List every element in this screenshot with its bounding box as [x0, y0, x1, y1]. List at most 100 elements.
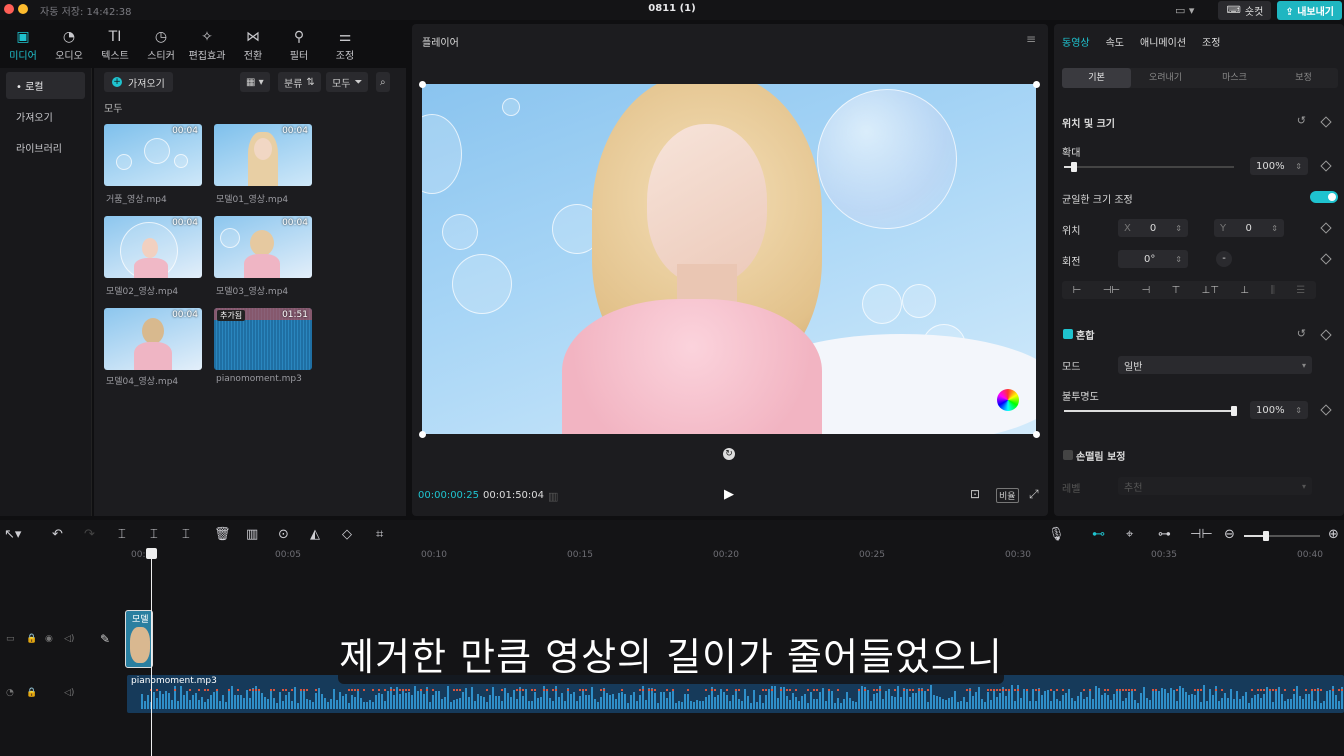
- media-thumb-model01[interactable]: 00:04: [214, 124, 312, 186]
- align-top-icon[interactable]: ⊤: [1172, 285, 1181, 296]
- opacity-knob[interactable]: [1231, 406, 1237, 416]
- tab-media[interactable]: ▣ 미디어: [0, 22, 46, 68]
- split-left-icon[interactable]: ⌶: [150, 526, 158, 544]
- layout-icon[interactable]: ▭ ▾: [1175, 4, 1194, 17]
- tab-animation[interactable]: 애니메이션: [1140, 34, 1186, 49]
- stepper-icon[interactable]: ⇕: [1175, 255, 1182, 264]
- media-thumb-model02[interactable]: 00:04: [104, 216, 202, 278]
- tab-adjust-props[interactable]: 조정: [1202, 34, 1220, 49]
- magnet-icon[interactable]: ⊷: [1092, 526, 1105, 544]
- tab-audio[interactable]: ◔ 오디오: [46, 22, 92, 68]
- filter-all-button[interactable]: 모두 ⏷: [326, 72, 369, 92]
- media-thumb-bubbles[interactable]: 00:04: [104, 124, 202, 186]
- menu-icon[interactable]: ≡: [1026, 32, 1036, 46]
- zoom-in-icon[interactable]: ⊕: [1328, 526, 1339, 544]
- link-icon[interactable]: ⊶: [1158, 526, 1171, 544]
- resize-handle[interactable]: [419, 431, 426, 438]
- split-right-icon[interactable]: ⌶: [182, 526, 190, 544]
- distribute-v-icon[interactable]: ☰: [1296, 285, 1305, 296]
- fullscreen-icon[interactable]: ⤢: [1029, 487, 1039, 502]
- view-toggle[interactable]: ▦ ▾: [240, 72, 270, 92]
- rotation-field[interactable]: 0° ⇕: [1118, 250, 1188, 268]
- split-icon[interactable]: ⌶: [118, 526, 126, 544]
- blend-checkbox[interactable]: [1063, 329, 1073, 339]
- distribute-h-icon[interactable]: ⫼: [1270, 285, 1275, 296]
- play-icon[interactable]: ▶: [724, 487, 734, 502]
- keyframe-icon[interactable]: [1320, 222, 1332, 234]
- media-thumb-audio[interactable]: 추가됨 01:51: [214, 308, 312, 370]
- subtab-correction[interactable]: 보정: [1269, 68, 1338, 88]
- opacity-field[interactable]: 100% ⇕: [1250, 401, 1308, 419]
- keyframe-icon[interactable]: [1320, 253, 1332, 265]
- media-thumb-model03[interactable]: 00:04: [214, 216, 312, 278]
- tab-effects[interactable]: ✧ 편집효과: [184, 22, 230, 68]
- import-button[interactable]: + 가져오기: [104, 72, 173, 92]
- stepper-icon[interactable]: ⇕: [1295, 406, 1302, 415]
- sidebar-item-local[interactable]: • 로컬: [6, 72, 85, 99]
- rotation-knob[interactable]: -: [1216, 251, 1232, 267]
- stabilize-checkbox[interactable]: [1063, 450, 1073, 460]
- export-button[interactable]: ⇪ 내보내기: [1277, 0, 1342, 20]
- snap-icon[interactable]: ⌖: [1126, 526, 1133, 544]
- align-bottom-icon[interactable]: ⊥: [1240, 285, 1249, 296]
- video-clip[interactable]: 모델: [125, 610, 153, 668]
- tab-filter[interactable]: ⚲ 필터: [276, 22, 322, 68]
- opacity-slider[interactable]: [1064, 406, 1237, 416]
- tab-adjust[interactable]: ⚌ 조정: [322, 22, 368, 68]
- y-field[interactable]: Y 0 ⇕: [1214, 219, 1284, 237]
- mute-icon[interactable]: ◁): [64, 688, 74, 698]
- resize-handle[interactable]: [419, 81, 426, 88]
- scale-slider[interactable]: [1064, 162, 1234, 172]
- zoom-knob[interactable]: [1263, 531, 1269, 541]
- rotate-icon[interactable]: ◇: [342, 526, 352, 544]
- align-hcenter-icon[interactable]: ⊣⊢: [1103, 285, 1120, 296]
- x-field[interactable]: X 0 ⇕: [1118, 219, 1188, 237]
- keyframe-icon[interactable]: [1320, 116, 1332, 128]
- reverse-icon[interactable]: ⊙: [278, 526, 289, 544]
- scale-field[interactable]: 100% ⇕: [1250, 157, 1308, 175]
- reset-icon[interactable]: ↺: [1297, 327, 1306, 340]
- sidebar-item-import[interactable]: 가져오기: [6, 103, 85, 130]
- lock-icon[interactable]: 🔒: [26, 688, 37, 698]
- zoom-slider[interactable]: [1244, 531, 1320, 541]
- search-button[interactable]: ⌕: [376, 72, 390, 92]
- lock-icon[interactable]: 🔒: [26, 634, 37, 644]
- subtab-basic[interactable]: 기본: [1062, 68, 1131, 88]
- playhead[interactable]: [151, 550, 152, 756]
- tab-sticker[interactable]: ◷ 스티커: [138, 22, 184, 68]
- blend-mode-select[interactable]: 일반 ▾: [1118, 356, 1312, 374]
- resize-handle[interactable]: [1033, 431, 1040, 438]
- rotate-handle-icon[interactable]: ↻: [723, 448, 735, 460]
- delete-icon[interactable]: 🗑: [214, 526, 231, 544]
- tab-transition[interactable]: ⋈ 전환: [230, 22, 276, 68]
- edit-cover-icon[interactable]: ✎: [100, 632, 110, 646]
- align-vcenter-icon[interactable]: ⊥⊤: [1202, 285, 1219, 296]
- reset-icon[interactable]: ↺: [1297, 114, 1306, 127]
- microphone-icon[interactable]: 🎙: [1048, 526, 1065, 544]
- select-tool-icon[interactable]: ↖▾: [4, 526, 21, 544]
- align-left-icon[interactable]: ⊢: [1073, 285, 1082, 296]
- snapshot-icon[interactable]: ⊡: [970, 487, 980, 501]
- resize-handle[interactable]: [1033, 81, 1040, 88]
- keyframe-icon[interactable]: [1320, 329, 1332, 341]
- align-right-icon[interactable]: ⊣: [1141, 285, 1150, 296]
- preview-axis-icon[interactable]: ⊣⊢: [1190, 526, 1213, 544]
- scale-knob[interactable]: [1071, 162, 1078, 172]
- shortcut-button[interactable]: ⌨ 숏컷: [1218, 0, 1272, 20]
- subtab-cutout[interactable]: 오려내기: [1131, 68, 1200, 88]
- stepper-icon[interactable]: ⇕: [1295, 162, 1302, 171]
- tab-speed[interactable]: 속도: [1106, 34, 1124, 49]
- media-thumb-model04[interactable]: 00:04: [104, 308, 202, 370]
- freeze-icon[interactable]: ▥: [246, 526, 258, 544]
- tab-video[interactable]: 동영상: [1062, 34, 1090, 49]
- mute-icon[interactable]: ◁): [64, 634, 74, 644]
- sort-button[interactable]: 분류 ⇅: [278, 72, 321, 92]
- level-select[interactable]: 추천 ▾: [1118, 477, 1312, 495]
- ratio-button[interactable]: 비율: [996, 488, 1019, 503]
- zoom-out-icon[interactable]: ⊖: [1224, 526, 1235, 544]
- playhead-handle[interactable]: [146, 548, 157, 559]
- undo-icon[interactable]: ↶: [52, 526, 63, 544]
- redo-icon[interactable]: ↷: [84, 526, 95, 544]
- tab-text[interactable]: TI 텍스트: [92, 22, 138, 68]
- video-preview[interactable]: [422, 84, 1036, 434]
